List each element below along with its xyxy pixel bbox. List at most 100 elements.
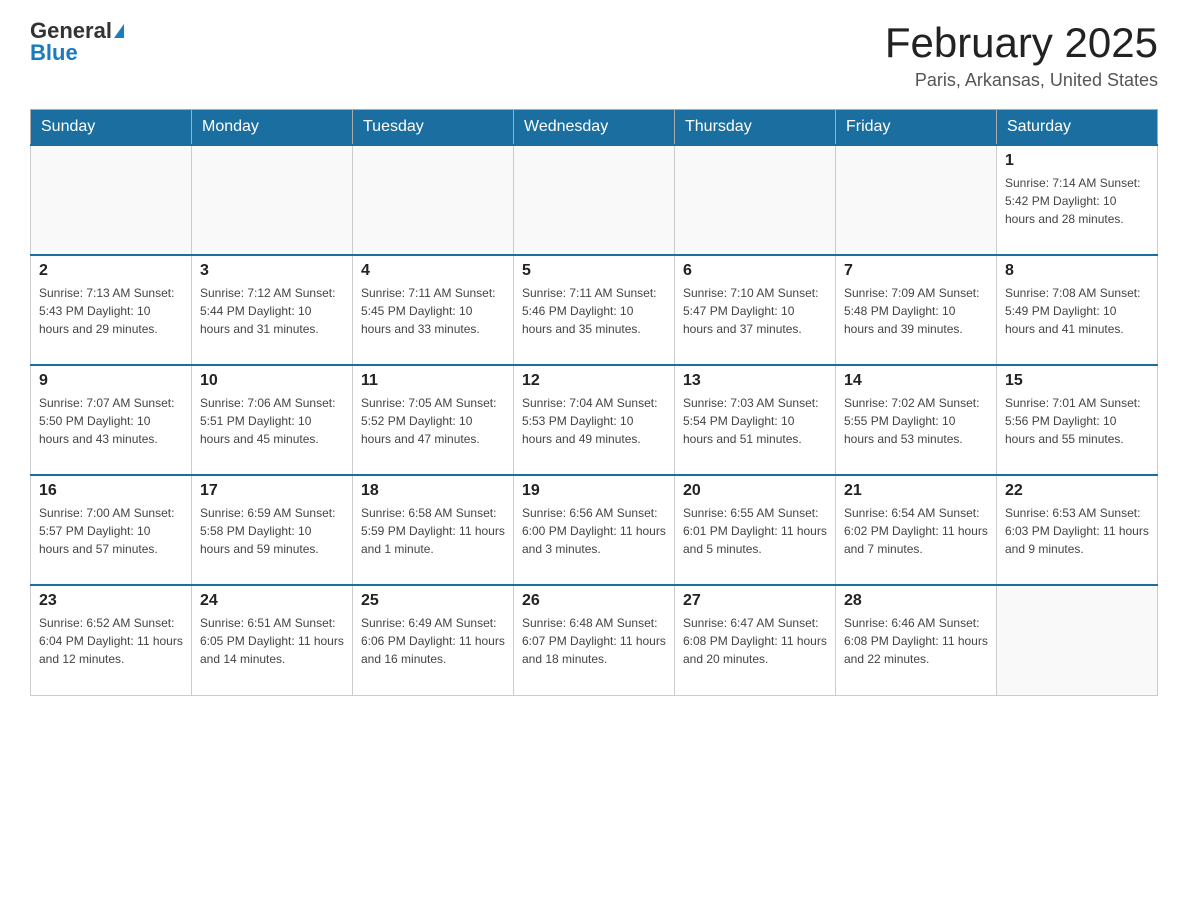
calendar-cell: 5 Sunrise: 7:11 AM Sunset: 5:46 PM Daylig…: [514, 255, 675, 365]
day-number: 1: [1005, 152, 1149, 170]
calendar-cell: [997, 585, 1158, 695]
logo-blue-text: Blue: [30, 42, 78, 64]
page-header: General Blue February 2025 Paris, Arkans…: [30, 20, 1158, 91]
calendar-cell: 23 Sunrise: 6:52 AM Sunset: 6:04 PM Dayli…: [31, 585, 192, 695]
title-section: February 2025 Paris, Arkansas, United St…: [885, 20, 1158, 91]
day-info: Sunrise: 6:54 AM Sunset: 6:02 PM Dayligh…: [844, 504, 988, 558]
calendar-week-row: 16Sunrise: 7:00 AM Sunset: 5:57 PM Dayli…: [31, 475, 1158, 585]
logo: General Blue: [30, 20, 124, 64]
day-info: Sunrise: 6:46 AM Sunset: 6:08 PM Dayligh…: [844, 614, 988, 668]
calendar-cell: 2 Sunrise: 7:13 AM Sunset: 5:43 PM Daylig…: [31, 255, 192, 365]
day-info: Sunrise: 6:58 AM Sunset: 5:59 PM Dayligh…: [361, 504, 505, 558]
calendar-header-row: SundayMondayTuesdayWednesdayThursdayFrid…: [31, 110, 1158, 146]
calendar-cell: 22 Sunrise: 6:53 AM Sunset: 6:03 PM Dayli…: [997, 475, 1158, 585]
calendar-cell: 3 Sunrise: 7:12 AM Sunset: 5:44 PM Daylig…: [192, 255, 353, 365]
day-number: 14: [844, 372, 988, 390]
calendar-cell: 19 Sunrise: 6:56 AM Sunset: 6:00 PM Dayli…: [514, 475, 675, 585]
day-number: 12: [522, 372, 666, 390]
calendar-cell: 14 Sunrise: 7:02 AM Sunset: 5:55 PM Dayli…: [836, 365, 997, 475]
day-info: Sunrise: 6:52 AM Sunset: 6:04 PM Dayligh…: [39, 614, 183, 668]
day-number: 3: [200, 262, 344, 280]
month-title: February 2025: [885, 20, 1158, 66]
day-number: 19: [522, 482, 666, 500]
calendar-cell: 25 Sunrise: 6:49 AM Sunset: 6:06 PM Dayli…: [353, 585, 514, 695]
day-number: 2: [39, 262, 183, 280]
calendar-cell: 6 Sunrise: 7:10 AM Sunset: 5:47 PM Daylig…: [675, 255, 836, 365]
calendar-cell: 15 Sunrise: 7:01 AM Sunset: 5:56 PM Dayli…: [997, 365, 1158, 475]
day-number: 7: [844, 262, 988, 280]
day-info: Sunrise: 6:51 AM Sunset: 6:05 PM Dayligh…: [200, 614, 344, 668]
day-info: Sunrise: 7:04 AM Sunset: 5:53 PM Dayligh…: [522, 394, 666, 448]
day-number: 9: [39, 372, 183, 390]
calendar-cell: 10Sunrise: 7:06 AM Sunset: 5:51 PM Dayli…: [192, 365, 353, 475]
day-number: 21: [844, 482, 988, 500]
location: Paris, Arkansas, United States: [885, 70, 1158, 91]
day-info: Sunrise: 7:03 AM Sunset: 5:54 PM Dayligh…: [683, 394, 827, 448]
day-number: 6: [683, 262, 827, 280]
calendar-cell: 8 Sunrise: 7:08 AM Sunset: 5:49 PM Daylig…: [997, 255, 1158, 365]
day-info: Sunrise: 6:48 AM Sunset: 6:07 PM Dayligh…: [522, 614, 666, 668]
calendar-cell: 9Sunrise: 7:07 AM Sunset: 5:50 PM Daylig…: [31, 365, 192, 475]
day-number: 28: [844, 592, 988, 610]
day-info: Sunrise: 7:11 AM Sunset: 5:45 PM Dayligh…: [361, 284, 505, 338]
day-info: Sunrise: 7:01 AM Sunset: 5:56 PM Dayligh…: [1005, 394, 1149, 448]
day-number: 16: [39, 482, 183, 500]
calendar-day-header: Wednesday: [514, 110, 675, 146]
calendar-cell: [836, 145, 997, 255]
day-info: Sunrise: 7:05 AM Sunset: 5:52 PM Dayligh…: [361, 394, 505, 448]
calendar-cell: 18 Sunrise: 6:58 AM Sunset: 5:59 PM Dayli…: [353, 475, 514, 585]
day-info: Sunrise: 7:02 AM Sunset: 5:55 PM Dayligh…: [844, 394, 988, 448]
day-number: 15: [1005, 372, 1149, 390]
day-info: Sunrise: 7:08 AM Sunset: 5:49 PM Dayligh…: [1005, 284, 1149, 338]
calendar-cell: [675, 145, 836, 255]
calendar-day-header: Tuesday: [353, 110, 514, 146]
day-info: Sunrise: 7:11 AM Sunset: 5:46 PM Dayligh…: [522, 284, 666, 338]
calendar-week-row: 9Sunrise: 7:07 AM Sunset: 5:50 PM Daylig…: [31, 365, 1158, 475]
calendar-cell: 21 Sunrise: 6:54 AM Sunset: 6:02 PM Dayli…: [836, 475, 997, 585]
day-info: Sunrise: 7:13 AM Sunset: 5:43 PM Dayligh…: [39, 284, 183, 338]
calendar-day-header: Thursday: [675, 110, 836, 146]
day-info: Sunrise: 7:14 AM Sunset: 5:42 PM Dayligh…: [1005, 174, 1149, 228]
day-number: 25: [361, 592, 505, 610]
logo-general-text: General: [30, 20, 124, 42]
calendar-cell: 17Sunrise: 6:59 AM Sunset: 5:58 PM Dayli…: [192, 475, 353, 585]
calendar-cell: 13 Sunrise: 7:03 AM Sunset: 5:54 PM Dayli…: [675, 365, 836, 475]
day-number: 8: [1005, 262, 1149, 280]
calendar-cell: 24 Sunrise: 6:51 AM Sunset: 6:05 PM Dayli…: [192, 585, 353, 695]
day-info: Sunrise: 6:49 AM Sunset: 6:06 PM Dayligh…: [361, 614, 505, 668]
logo-triangle-icon: [114, 24, 124, 38]
day-info: Sunrise: 7:06 AM Sunset: 5:51 PM Dayligh…: [200, 394, 344, 448]
calendar-cell: 28 Sunrise: 6:46 AM Sunset: 6:08 PM Dayli…: [836, 585, 997, 695]
day-number: 13: [683, 372, 827, 390]
calendar-cell: [31, 145, 192, 255]
calendar-cell: 16Sunrise: 7:00 AM Sunset: 5:57 PM Dayli…: [31, 475, 192, 585]
calendar-cell: [353, 145, 514, 255]
day-number: 24: [200, 592, 344, 610]
day-info: Sunrise: 7:10 AM Sunset: 5:47 PM Dayligh…: [683, 284, 827, 338]
calendar-day-header: Friday: [836, 110, 997, 146]
day-number: 23: [39, 592, 183, 610]
calendar-cell: 12 Sunrise: 7:04 AM Sunset: 5:53 PM Dayli…: [514, 365, 675, 475]
calendar-day-header: Sunday: [31, 110, 192, 146]
day-number: 26: [522, 592, 666, 610]
day-info: Sunrise: 6:53 AM Sunset: 6:03 PM Dayligh…: [1005, 504, 1149, 558]
day-info: Sunrise: 7:12 AM Sunset: 5:44 PM Dayligh…: [200, 284, 344, 338]
day-info: Sunrise: 6:56 AM Sunset: 6:00 PM Dayligh…: [522, 504, 666, 558]
calendar-day-header: Saturday: [997, 110, 1158, 146]
calendar-day-header: Monday: [192, 110, 353, 146]
calendar-cell: [192, 145, 353, 255]
day-number: 22: [1005, 482, 1149, 500]
day-info: Sunrise: 7:09 AM Sunset: 5:48 PM Dayligh…: [844, 284, 988, 338]
day-info: Sunrise: 6:47 AM Sunset: 6:08 PM Dayligh…: [683, 614, 827, 668]
calendar-cell: 4 Sunrise: 7:11 AM Sunset: 5:45 PM Daylig…: [353, 255, 514, 365]
day-number: 20: [683, 482, 827, 500]
calendar-cell: 20 Sunrise: 6:55 AM Sunset: 6:01 PM Dayli…: [675, 475, 836, 585]
day-number: 18: [361, 482, 505, 500]
day-number: 5: [522, 262, 666, 280]
day-number: 4: [361, 262, 505, 280]
calendar-week-row: 23 Sunrise: 6:52 AM Sunset: 6:04 PM Dayli…: [31, 585, 1158, 695]
calendar-week-row: 2 Sunrise: 7:13 AM Sunset: 5:43 PM Daylig…: [31, 255, 1158, 365]
calendar-cell: 27 Sunrise: 6:47 AM Sunset: 6:08 PM Dayli…: [675, 585, 836, 695]
day-number: 27: [683, 592, 827, 610]
day-info: Sunrise: 6:55 AM Sunset: 6:01 PM Dayligh…: [683, 504, 827, 558]
